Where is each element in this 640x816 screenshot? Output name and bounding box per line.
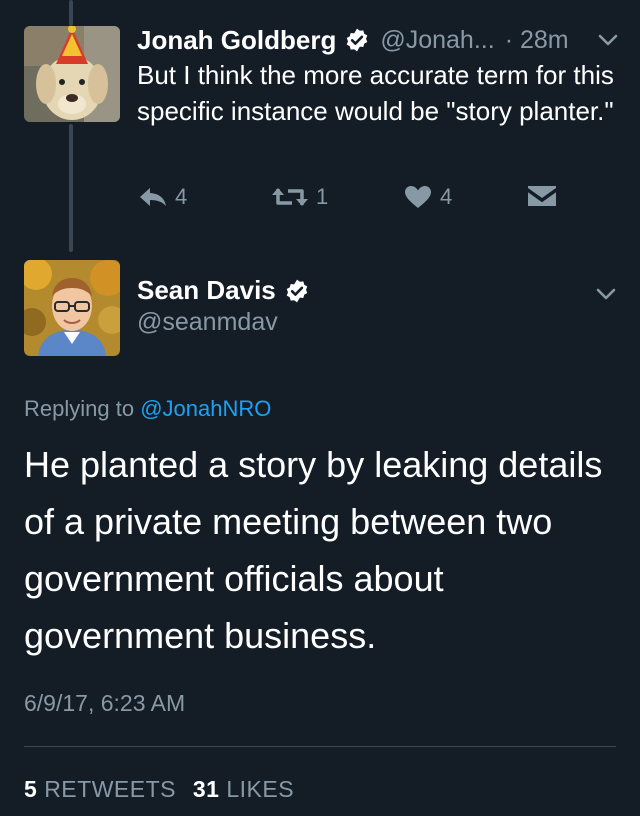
retweets-label: RETWEETS bbox=[44, 776, 176, 802]
replying-to-mention-link[interactable]: @JonahNRO bbox=[140, 396, 271, 421]
retweet-icon bbox=[270, 185, 310, 209]
engagement-stats: 5 RETWEETS 31 LIKES bbox=[24, 776, 294, 803]
retweets-stat[interactable]: 5 RETWEETS bbox=[24, 776, 176, 802]
verified-badge-icon bbox=[284, 278, 310, 304]
author-handle[interactable]: @seanmdav bbox=[137, 308, 278, 337]
thread-connector bbox=[69, 124, 73, 252]
replying-to: Replying to @JonahNRO bbox=[24, 396, 271, 422]
retweet-count: 1 bbox=[316, 184, 329, 209]
direct-message-button[interactable] bbox=[527, 184, 557, 208]
avatar-jonah-goldberg[interactable] bbox=[24, 26, 120, 122]
likes-label: LIKES bbox=[226, 776, 295, 802]
main-tweet-author-row: Sean Davis bbox=[137, 275, 310, 306]
like-button[interactable]: 4 bbox=[404, 184, 452, 210]
thread-connector-top bbox=[69, 0, 73, 26]
divider bbox=[24, 746, 616, 747]
author-name[interactable]: Sean Davis bbox=[137, 275, 276, 306]
author-handle[interactable]: @Jonah... bbox=[380, 26, 494, 55]
reply-button[interactable]: 4 bbox=[137, 184, 187, 210]
tweet-timestamp[interactable]: 6/9/17, 6:23 AM bbox=[24, 690, 185, 717]
avatar-sean-davis[interactable] bbox=[24, 260, 120, 356]
dog-with-party-hat-image bbox=[24, 26, 120, 122]
retweet-button[interactable]: 1 bbox=[270, 184, 328, 210]
verified-badge-icon bbox=[344, 27, 370, 53]
like-count: 4 bbox=[440, 184, 453, 209]
tweet-time[interactable]: · 28m bbox=[505, 26, 569, 55]
profile-photo-image bbox=[24, 260, 120, 356]
parent-tweet-text: But I think the more accurate term for t… bbox=[137, 60, 614, 126]
likes-count: 31 bbox=[192, 776, 220, 802]
reply-count: 4 bbox=[175, 184, 188, 209]
reply-icon bbox=[137, 185, 169, 209]
replying-to-label: Replying to bbox=[24, 396, 135, 421]
main-tweet-text: He planted a story by leaking details of… bbox=[24, 444, 603, 656]
retweets-count: 5 bbox=[24, 776, 38, 802]
likes-stat[interactable]: 31 LIKES bbox=[193, 776, 294, 802]
author-name[interactable]: Jonah Goldberg bbox=[137, 25, 336, 56]
chevron-down-icon[interactable] bbox=[594, 282, 618, 306]
chevron-down-icon[interactable] bbox=[596, 28, 620, 52]
heart-icon bbox=[404, 185, 432, 209]
parent-tweet-header: Jonah Goldberg @Jonah... · 28m bbox=[137, 22, 620, 58]
envelope-icon bbox=[527, 184, 557, 208]
